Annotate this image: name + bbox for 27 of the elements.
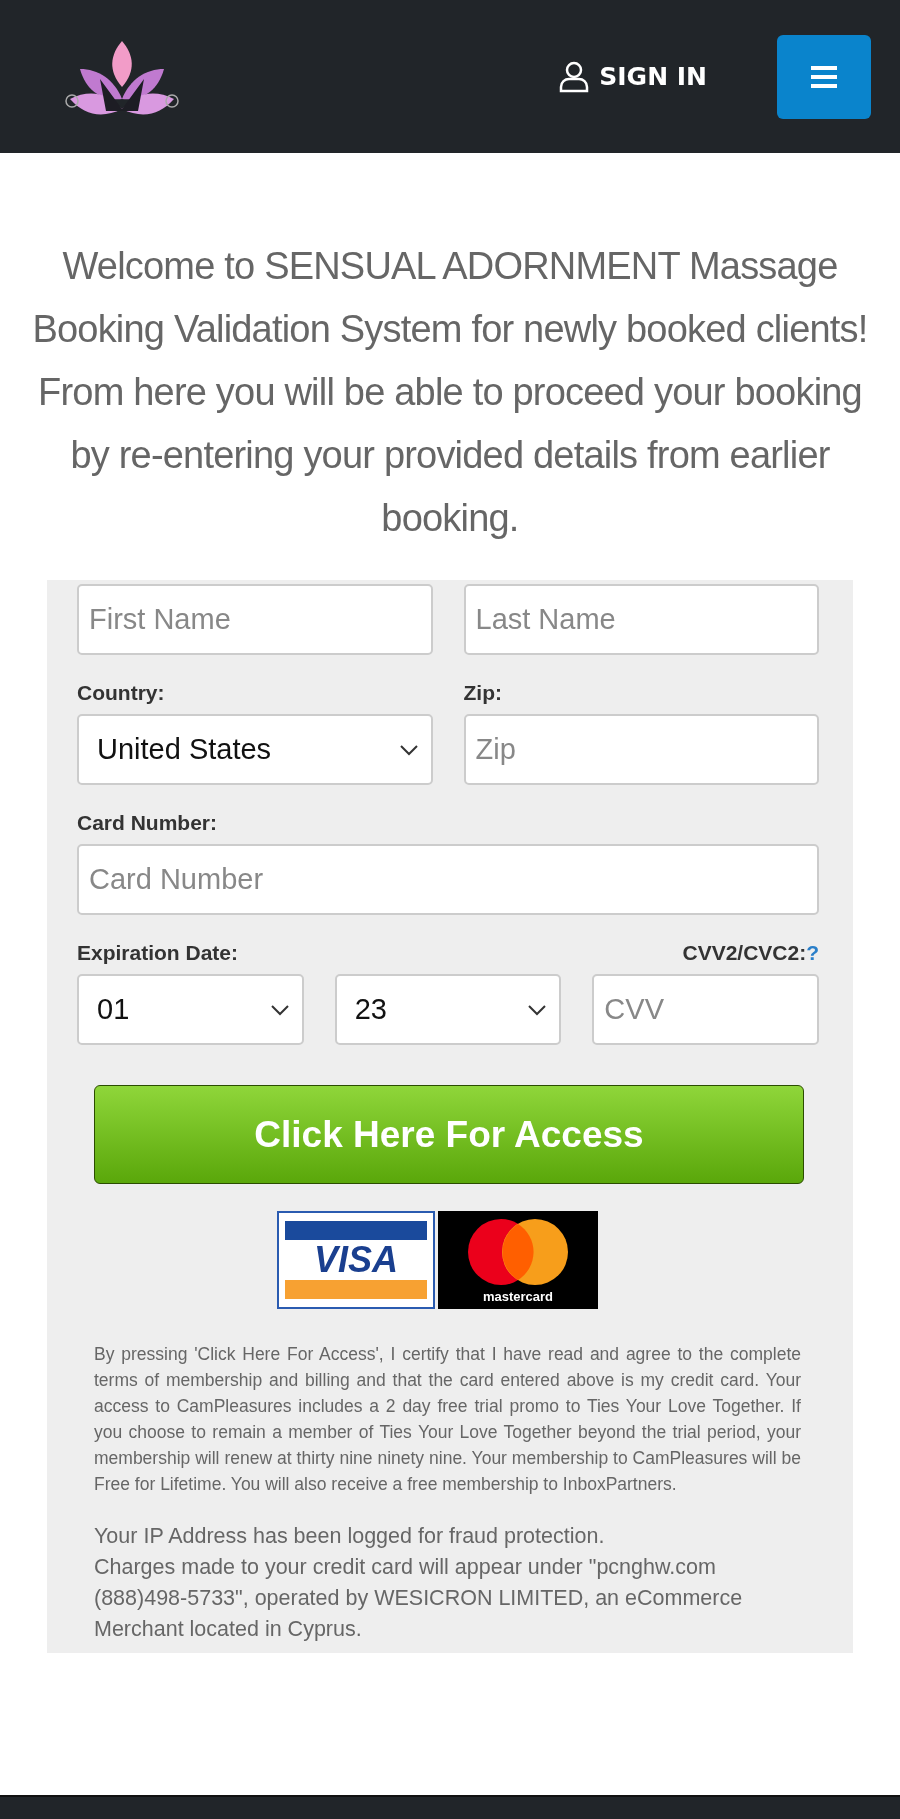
field-label: Expiration Date: <box>77 941 239 965</box>
country-select[interactable]: United States <box>77 714 433 785</box>
mastercard-logo: mastercard <box>438 1211 598 1309</box>
zip-field[interactable]: Zip <box>463 714 819 785</box>
user-icon <box>559 60 590 93</box>
chevron-down-icon <box>398 743 419 756</box>
visa-logo: VISA <box>277 1211 435 1309</box>
sign-in-link[interactable]: SIGN IN <box>559 60 707 93</box>
year-select[interactable]: 23 <box>334 974 562 1045</box>
menu-icon <box>811 65 837 88</box>
welcome-text: Welcome to SENSUAL ADORNMENT Massage Booking Validation System for newly booked clients! From here you will be able to proceed your booking by re-entering your provided details from earlier booking. <box>31 244 869 541</box>
field-label: CVV2/CVC2:? <box>682 941 819 965</box>
notice-text: Your IP Address has been logged for fraud protection. <box>94 1523 606 1550</box>
card-number-field[interactable]: Card Number <box>77 844 819 915</box>
name-field[interactable]: Last Name <box>463 584 819 655</box>
notice-text: Charges made to your credit card will appear under "pcnghw.com (888)498-5733", operated by WESICRON LIMITED, an eCommerce Merchant located in Cyprus. <box>94 1554 744 1643</box>
month-select[interactable]: 01 <box>77 974 304 1045</box>
field-label: Card Number: <box>77 811 219 835</box>
field-label: Zip: <box>463 681 503 705</box>
help-link[interactable]: ? <box>806 941 819 964</box>
menu-button[interactable] <box>777 34 871 119</box>
name-field[interactable]: First Name <box>77 584 433 655</box>
cvv-field[interactable]: CVV <box>592 974 819 1045</box>
chevron-down-icon <box>269 1003 290 1016</box>
chevron-down-icon <box>527 1003 548 1016</box>
field-label: Country: <box>77 681 166 705</box>
terms-text: By pressing 'Click Here For Access', I certify that I have read and agree to the complete terms of membership and billing and that the card entered above is my credit card. Your access to CamPleasures includes a 2 day free trial promo to Ties Your Love Together. If you choose to remain a member of Ties Your Love Together beyond the trial period, your membership will renew at thirty nine ninety nine. Your membership to CamPleasures will be Free for Lifetime. You will also receive a free membership to InboxPartners. <box>94 1343 801 1496</box>
